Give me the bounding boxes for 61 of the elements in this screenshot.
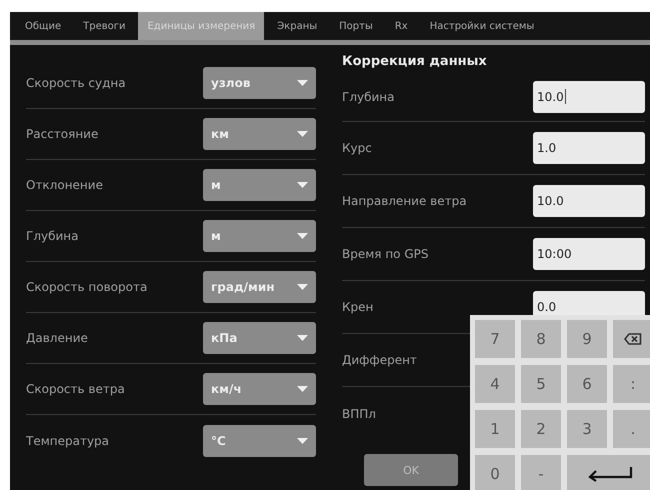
dropdown-caret-icon: [297, 386, 308, 392]
unit-dropdown[interactable]: узлов: [203, 67, 316, 99]
keypad-key[interactable]: 8: [521, 320, 561, 358]
unit-dropdown[interactable]: кПа: [203, 322, 316, 354]
unit-dropdown[interactable]: м: [203, 220, 316, 252]
keypad-key[interactable]: :: [613, 365, 650, 403]
value-field[interactable]: 10.0: [533, 185, 645, 217]
backspace-icon: [624, 333, 642, 345]
keypad-key[interactable]: 5: [521, 365, 561, 403]
unit-dropdown[interactable]: км: [203, 118, 316, 150]
unit-label: Скорость поворота: [26, 280, 148, 294]
tab[interactable]: Настройки системы: [420, 12, 544, 40]
unit-label: Температура: [26, 434, 110, 448]
unit-dropdown[interactable]: град/мин: [203, 271, 316, 303]
value-field[interactable]: 1.0: [533, 132, 645, 164]
correction-label: Курс: [342, 141, 372, 155]
backspace-key[interactable]: [613, 320, 650, 358]
correction-label: Дифферент: [342, 353, 417, 367]
tab[interactable]: Общие: [16, 12, 70, 40]
keypad-key[interactable]: 3: [567, 410, 607, 448]
dropdown-caret-icon: [297, 284, 308, 290]
unit-dropdown[interactable]: м: [203, 169, 316, 201]
value-field[interactable]: 10.0: [533, 80, 645, 112]
keypad-key[interactable]: 9: [567, 320, 607, 358]
dropdown-caret-icon: [297, 438, 308, 444]
correction-label: Направление ветра: [342, 194, 467, 208]
keypad-key[interactable]: 1: [475, 410, 515, 448]
keypad-key[interactable]: 7: [475, 320, 515, 358]
enter-icon: [587, 466, 633, 482]
correction-label: Глубина: [342, 90, 394, 104]
keypad-key[interactable]: .: [613, 410, 650, 448]
ok-button[interactable]: OK: [364, 454, 458, 486]
tab[interactable]: Порты: [330, 12, 382, 40]
tab[interactable]: Тревоги: [74, 12, 134, 40]
correction-label: Время по GPS: [342, 247, 428, 261]
dropdown-caret-icon: [297, 233, 308, 239]
tab[interactable]: Rx: [386, 12, 417, 40]
keypad-key[interactable]: 2: [521, 410, 561, 448]
value-field[interactable]: 10:00: [533, 238, 645, 270]
unit-label: Расстояние: [26, 127, 98, 141]
unit-label: Скорость ветра: [26, 382, 125, 396]
keypad-key[interactable]: 6: [567, 365, 607, 403]
unit-dropdown[interactable]: °C: [203, 424, 316, 456]
tab[interactable]: Экраны: [268, 12, 326, 40]
correction-label: ВППл: [342, 406, 376, 420]
dropdown-caret-icon: [297, 335, 308, 341]
dropdown-caret-icon: [297, 182, 308, 188]
unit-dropdown[interactable]: км/ч: [203, 373, 316, 405]
keypad-key[interactable]: 0: [475, 455, 515, 490]
correction-label: Крен: [342, 300, 374, 314]
tab[interactable]: Единицы измерения: [138, 12, 264, 40]
section-title: Коррекция данных: [342, 52, 488, 70]
keypad-key[interactable]: 4: [475, 365, 515, 403]
unit-label: Давление: [26, 331, 88, 345]
dropdown-caret-icon: [297, 80, 308, 86]
dropdown-caret-icon: [297, 131, 308, 137]
unit-label: Глубина: [26, 229, 78, 243]
enter-key[interactable]: [567, 455, 650, 490]
unit-label: Отклонение: [26, 178, 103, 192]
keypad-key[interactable]: -: [521, 455, 561, 490]
unit-label: Скорость судна: [26, 76, 126, 90]
